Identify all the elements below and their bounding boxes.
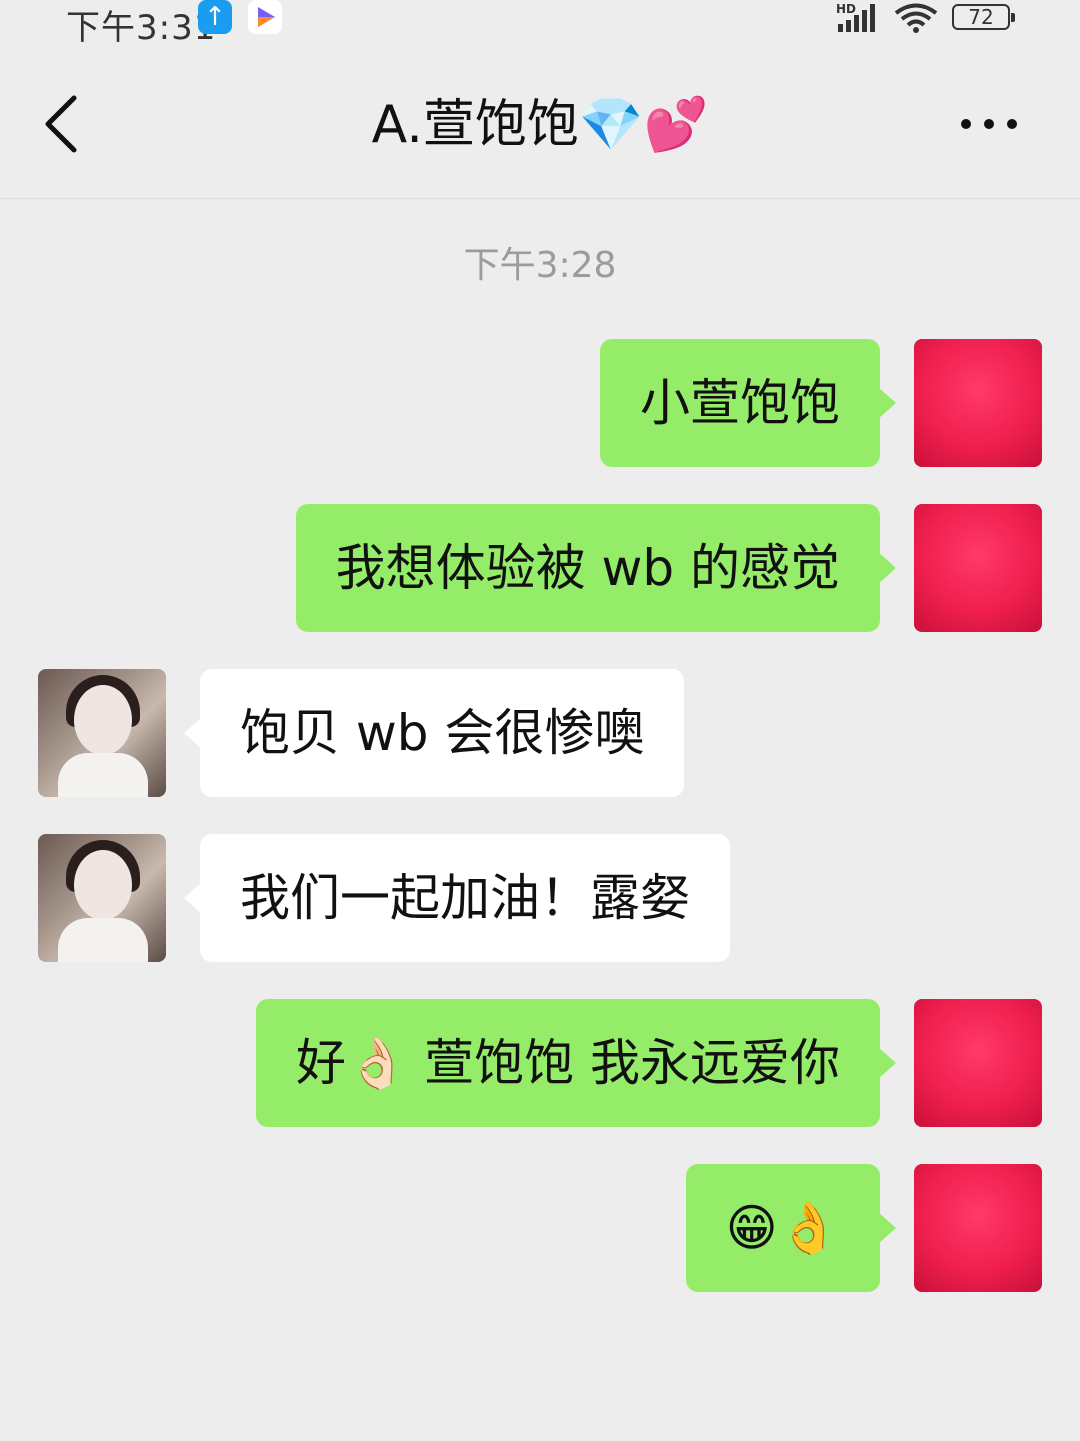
network-label: HD: [836, 2, 856, 16]
chat-title: A.萱饱饱💎💕: [371, 95, 709, 155]
message-row: 我们一起加油！露㛑: [0, 834, 1080, 962]
message-row: 小萱饱饱: [0, 339, 1080, 467]
contact-avatar[interactable]: [38, 669, 166, 797]
upload-app-icon: ↑: [198, 0, 232, 34]
my-avatar[interactable]: [914, 1164, 1042, 1292]
message-row: 好👌🏻 萱饱饱 我永远爱你: [0, 999, 1080, 1127]
wifi-icon: [894, 3, 938, 33]
message-bubble-received[interactable]: 饱贝 wb 会很惨噢: [183, 669, 685, 797]
message-timestamp: 下午3:28: [463, 245, 617, 286]
video-app-icon: [248, 0, 282, 34]
signal-icon: HD: [836, 2, 875, 32]
contact-avatar[interactable]: [38, 834, 166, 962]
battery-indicator: 72: [952, 4, 1015, 30]
message-row: 😁👌: [0, 1164, 1080, 1292]
message-row: 饱贝 wb 会很惨噢: [0, 669, 1080, 797]
chat-header: A.萱饱饱💎💕: [0, 46, 1080, 199]
my-avatar[interactable]: [914, 339, 1042, 467]
message-bubble-sent[interactable]: 好👌🏻 萱饱饱 我永远爱你: [255, 999, 897, 1127]
status-time: 下午3:31: [66, 8, 217, 48]
message-bubble-sent[interactable]: 😁👌: [685, 1164, 897, 1292]
message-row: 我想体验被 wb 的感觉: [0, 504, 1080, 632]
my-avatar[interactable]: [914, 504, 1042, 632]
more-options-icon[interactable]: [958, 114, 1020, 134]
message-bubble-received[interactable]: 我们一起加油！露㛑: [184, 834, 730, 962]
message-bubble-sent[interactable]: 小萱饱饱: [600, 339, 896, 467]
message-bubble-sent[interactable]: 我想体验被 wb 的感觉: [295, 504, 897, 632]
status-bar: 下午3:31 ↑ HD 72: [0, 0, 1080, 48]
my-avatar[interactable]: [914, 999, 1042, 1127]
